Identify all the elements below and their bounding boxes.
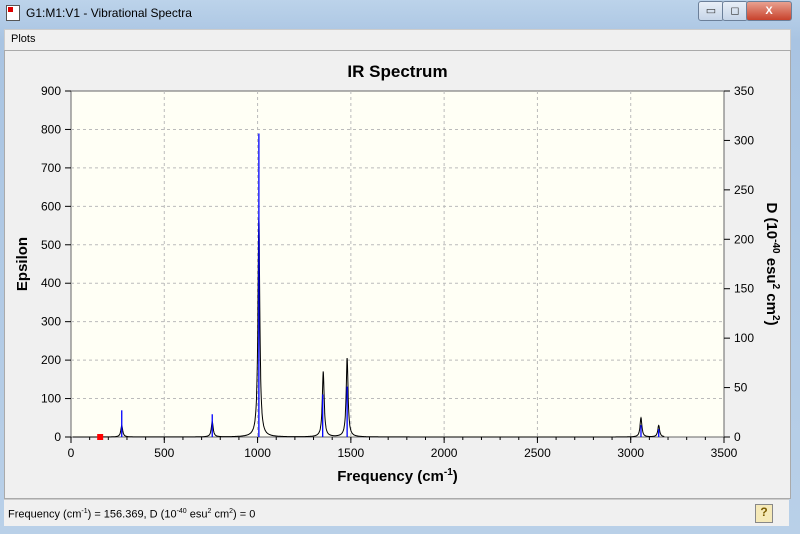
plot-panel: 0 500 1000 1500 2000 2500 3000 3500 0 100 200 300 40… xyxy=(4,50,791,499)
y-tick-label: 600 xyxy=(41,199,61,213)
app-icon xyxy=(6,5,20,21)
x-tick-label: 0 xyxy=(68,446,75,460)
title-bar[interactable]: G1:M1:V1 - Vibrational Spectra ▭ ◻ X xyxy=(0,0,800,26)
y2-tick-label: 150 xyxy=(734,282,754,296)
y2-tick-label: 350 xyxy=(734,84,754,98)
y2-tick-label: 100 xyxy=(734,331,754,345)
window-title: G1:M1:V1 - Vibrational Spectra xyxy=(26,6,192,20)
window: G1:M1:V1 - Vibrational Spectra ▭ ◻ X Plo… xyxy=(0,0,800,534)
x-tick-label: 2500 xyxy=(524,446,551,460)
y-tick-label: 0 xyxy=(54,430,61,444)
y2-tick-label: 250 xyxy=(734,183,754,197)
y-tick-label: 300 xyxy=(41,315,61,329)
y2-axis-label: D (10-40 esu2 cm2) xyxy=(763,202,781,325)
y-axis-label: Epsilon xyxy=(14,237,31,291)
close-button[interactable]: X xyxy=(746,1,792,21)
status-bar: Frequency (cm-1) = 156.369, D (10-40 esu… xyxy=(4,499,789,526)
help-icon[interactable]: ? xyxy=(755,504,773,523)
plot-area xyxy=(70,90,725,438)
y-tick-label: 700 xyxy=(41,161,61,175)
selected-point-marker xyxy=(97,434,104,440)
y2-tick-label: 50 xyxy=(734,381,748,395)
x-axis-label: Frequency (cm-1) xyxy=(337,467,458,485)
y2-tick-label: 0 xyxy=(734,430,741,444)
x-tick-label: 1500 xyxy=(338,446,365,460)
y-tick-label: 500 xyxy=(41,238,61,252)
y-tick-label: 400 xyxy=(41,276,61,290)
menu-bar: Plots xyxy=(4,29,791,51)
menu-plots[interactable]: Plots xyxy=(11,33,35,45)
y2-tick-label: 200 xyxy=(734,232,754,246)
y-tick-label: 900 xyxy=(41,84,61,98)
x-tick-label: 2000 xyxy=(431,446,458,460)
chart-title: IR Spectrum xyxy=(347,62,447,81)
x-tick-label: 500 xyxy=(154,446,174,460)
ir-spectrum-chart[interactable]: 0 500 1000 1500 2000 2500 3000 3500010020030040… xyxy=(5,51,790,498)
x-tick-label: 3500 xyxy=(711,446,738,460)
x-tick-label: 3000 xyxy=(617,446,644,460)
y-tick-label: 100 xyxy=(41,392,61,406)
y-tick-label: 200 xyxy=(41,353,61,367)
minimize-button[interactable]: ▭ xyxy=(698,1,724,21)
maximize-button[interactable]: ◻ xyxy=(722,1,748,21)
x-tick-label: 1000 xyxy=(244,446,271,460)
status-readout: Frequency (cm-1) = 156.369, D (10-40 esu… xyxy=(8,508,256,521)
y-tick-label: 800 xyxy=(41,122,61,136)
y2-tick-label: 300 xyxy=(734,133,754,147)
